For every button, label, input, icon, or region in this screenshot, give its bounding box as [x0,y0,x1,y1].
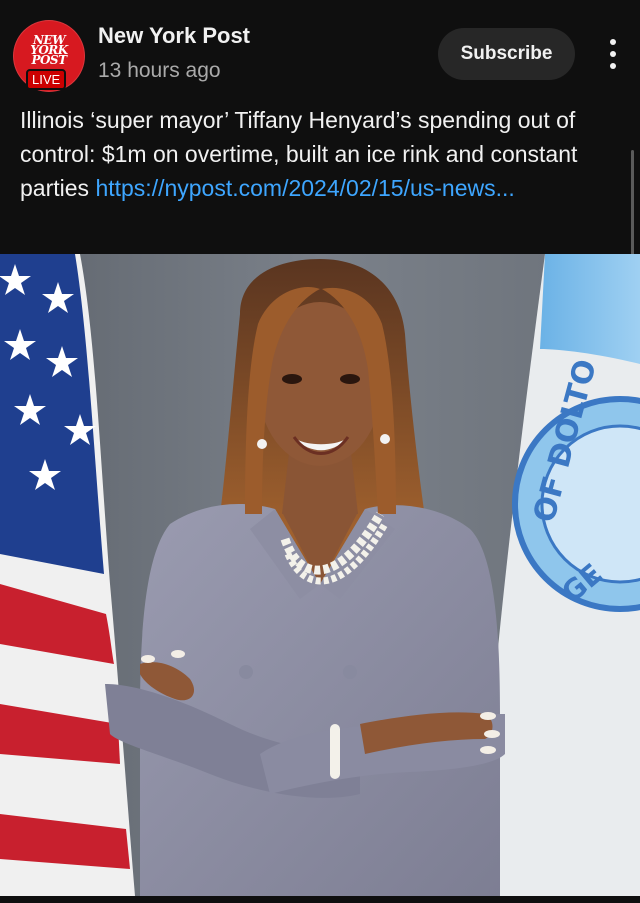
channel-avatar[interactable]: NEW YORK POST LIVE [13,20,85,92]
nypost-logo-text: NEW YORK POST [30,33,68,67]
more-dot [610,39,616,45]
more-dot [610,51,616,57]
post-body: Illinois ‘super mayor’ Tiffany Henyard’s… [20,103,610,205]
more-dot [610,63,616,69]
live-badge: LIVE [26,69,67,90]
post-image[interactable]: OF DOLTO GE [0,254,640,896]
community-post: NEW YORK POST LIVE New York Post 13 hours … [0,0,640,903]
subscribe-button[interactable]: Subscribe [438,28,575,80]
post-divider [0,896,640,903]
post-header: NEW YORK POST LIVE New York Post 13 hours … [0,0,640,100]
portrait-photo: OF DOLTO GE [0,254,640,896]
post-link[interactable]: https://nypost.com/2024/02/15/us-news... [95,175,514,201]
channel-name[interactable]: New York Post [98,23,250,49]
post-timestamp: 13 hours ago [98,59,221,82]
more-vertical-icon[interactable] [598,36,628,72]
